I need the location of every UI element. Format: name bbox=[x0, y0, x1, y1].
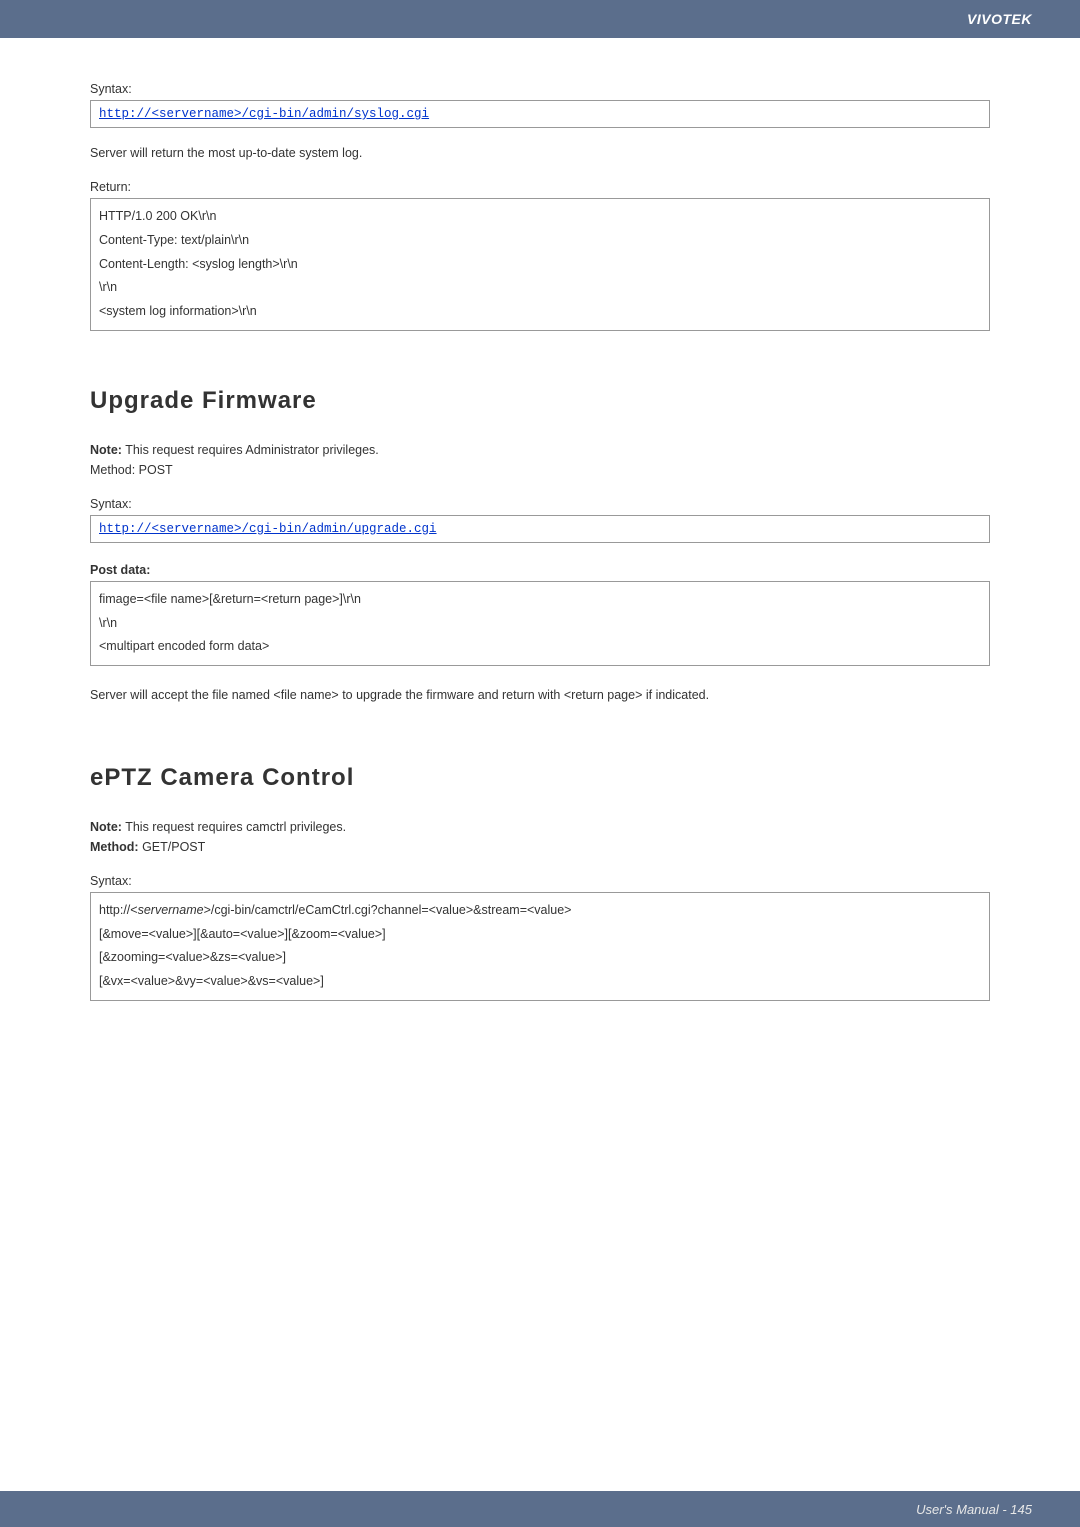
eptz-syntax-label: Syntax: bbox=[90, 874, 990, 888]
eptz-s4: [&vx=<value>&vy=<value>&vs=<value>] bbox=[99, 970, 981, 994]
page-content: Syntax: http://<servername>/cgi-bin/admi… bbox=[0, 38, 1080, 1107]
ret-line-5: <system log information>\r\n bbox=[99, 300, 981, 324]
eptz-note-text: This request requires camctrl privileges… bbox=[122, 820, 346, 834]
upgrade-desc: Server will accept the file named <file … bbox=[90, 684, 990, 708]
eptz-note: Note: This request requires camctrl priv… bbox=[90, 820, 990, 834]
eptz-s2: [&move=<value>][&auto=<value>][&zoom=<va… bbox=[99, 923, 981, 947]
post-line-3: <multipart encoded form data> bbox=[99, 635, 981, 659]
footer-band: User's Manual - 145 bbox=[0, 1491, 1080, 1527]
upgrade-url[interactable]: http://<servername>/cgi-bin/admin/upgrad… bbox=[99, 522, 437, 536]
brand-label: VIVOTEK bbox=[967, 11, 1032, 27]
syslog-url[interactable]: http://<servername>/cgi-bin/admin/syslog… bbox=[99, 107, 429, 121]
ret-line-3: Content-Length: <syslog length>\r\n bbox=[99, 253, 981, 277]
ret-line-2: Content-Type: text/plain\r\n bbox=[99, 229, 981, 253]
eptz-method-label: Method: bbox=[90, 840, 139, 854]
upgrade-post-block: fimage=<file name>[&return=<return page>… bbox=[90, 581, 990, 666]
upgrade-post-label: Post data: bbox=[90, 563, 990, 577]
upgrade-note-text: This request requires Administrator priv… bbox=[122, 443, 379, 457]
upgrade-note-label: Note: bbox=[90, 443, 122, 457]
eptz-method-val: GET/POST bbox=[139, 840, 206, 854]
syslog-syntax-label: Syntax: bbox=[90, 82, 990, 96]
eptz-syntax-box: http://<servername>/cgi-bin/camctrl/eCam… bbox=[90, 892, 990, 1001]
syslog-return-block: HTTP/1.0 200 OK\r\n Content-Type: text/p… bbox=[90, 198, 990, 331]
footer-text: User's Manual - 145 bbox=[916, 1502, 1032, 1517]
eptz-note-label: Note: bbox=[90, 820, 122, 834]
ret-line-4: \r\n bbox=[99, 276, 981, 300]
eptz-heading: ePTZ Camera Control bbox=[90, 764, 990, 792]
upgrade-syntax-label: Syntax: bbox=[90, 497, 990, 511]
eptz-s1b: servername bbox=[138, 903, 204, 917]
post-line-2: \r\n bbox=[99, 612, 981, 636]
header-band: VIVOTEK bbox=[0, 0, 1080, 38]
ret-line-1: HTTP/1.0 200 OK\r\n bbox=[99, 205, 981, 229]
syslog-return-label: Return: bbox=[90, 180, 990, 194]
eptz-s1c: >/cgi-bin/camctrl/eCamCtrl.cgi?channel=<… bbox=[204, 903, 572, 917]
eptz-s1: http://<servername>/cgi-bin/camctrl/eCam… bbox=[99, 899, 981, 923]
upgrade-heading: Upgrade Firmware bbox=[90, 387, 990, 415]
eptz-method: Method: GET/POST bbox=[90, 840, 990, 854]
eptz-s1a: http://< bbox=[99, 903, 138, 917]
upgrade-method: Method: POST bbox=[90, 463, 990, 477]
syslog-desc: Server will return the most up-to-date s… bbox=[90, 146, 990, 160]
upgrade-note: Note: This request requires Administrato… bbox=[90, 443, 990, 457]
eptz-s3: [&zooming=<value>&zs=<value>] bbox=[99, 946, 981, 970]
syslog-url-box: http://<servername>/cgi-bin/admin/syslog… bbox=[90, 100, 990, 128]
post-line-1: fimage=<file name>[&return=<return page>… bbox=[99, 588, 981, 612]
upgrade-url-box: http://<servername>/cgi-bin/admin/upgrad… bbox=[90, 515, 990, 543]
